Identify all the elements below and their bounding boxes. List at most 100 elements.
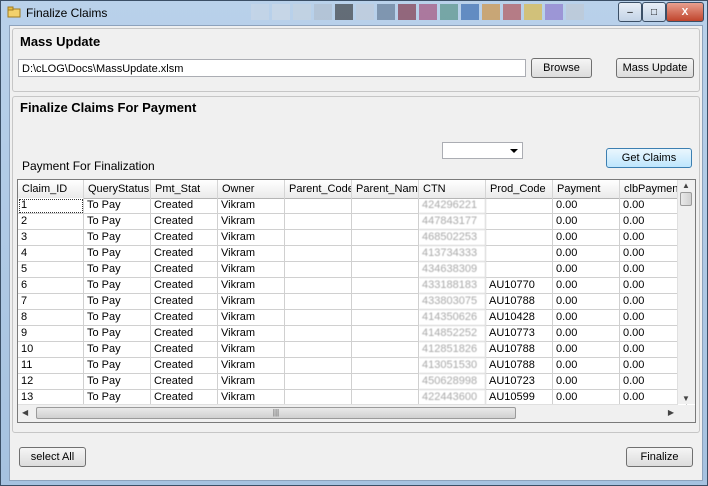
grid-cell[interactable]: AU10773: [486, 326, 553, 342]
grid-cell[interactable]: 2: [18, 214, 84, 230]
grid-cell[interactable]: 0.00: [553, 262, 620, 278]
grid-cell[interactable]: 447843177: [419, 214, 486, 230]
grid-cell[interactable]: [352, 246, 419, 262]
grid-cell[interactable]: To Pay: [84, 230, 151, 246]
grid-cell[interactable]: 424296221: [419, 198, 486, 214]
browse-button[interactable]: Browse: [531, 58, 592, 78]
grid-cell[interactable]: 8: [18, 310, 84, 326]
grid-cell[interactable]: 9: [18, 326, 84, 342]
table-row[interactable]: 4 To Pay Created Vikram 413734333 0.00 0.00: [18, 246, 687, 262]
grid-cell[interactable]: AU10770: [486, 278, 553, 294]
grid-cell[interactable]: To Pay: [84, 246, 151, 262]
grid-cell[interactable]: Created: [151, 310, 218, 326]
grid-cell[interactable]: 412851826: [419, 342, 486, 358]
grid-cell[interactable]: Vikram: [218, 214, 285, 230]
grid-cell[interactable]: [285, 198, 352, 214]
table-row[interactable]: 3 To Pay Created Vikram 468502253 0.00 0.00: [18, 230, 687, 246]
table-row[interactable]: 2 To Pay Created Vikram 447843177 0.00 0.00: [18, 214, 687, 230]
column-header[interactable]: CTN: [419, 180, 486, 198]
grid-cell[interactable]: Vikram: [218, 358, 285, 374]
grid-cell[interactable]: AU10428: [486, 310, 553, 326]
column-header[interactable]: Parent_Name: [352, 180, 419, 198]
grid-cell[interactable]: 0.00: [553, 358, 620, 374]
table-row[interactable]: 6 To Pay Created Vikram 433188183 AU10770 0.00…: [18, 278, 687, 294]
grid-cell[interactable]: Created: [151, 294, 218, 310]
grid-cell[interactable]: Created: [151, 198, 218, 214]
column-header[interactable]: Payment: [553, 180, 620, 198]
grid-cell[interactable]: 0.00: [553, 294, 620, 310]
grid-cell[interactable]: Created: [151, 374, 218, 390]
grid-cell[interactable]: Created: [151, 246, 218, 262]
grid-cell[interactable]: [285, 246, 352, 262]
grid-cell[interactable]: Created: [151, 278, 218, 294]
scroll-right-icon[interactable]: ▶: [668, 408, 674, 417]
scroll-left-icon[interactable]: ◀: [22, 408, 28, 417]
grid-cell[interactable]: [285, 310, 352, 326]
grid-cell[interactable]: Vikram: [218, 374, 285, 390]
grid-cell[interactable]: 1: [18, 198, 84, 214]
mass-update-button[interactable]: Mass Update: [616, 58, 694, 78]
grid-cell[interactable]: 10: [18, 342, 84, 358]
grid-cell[interactable]: 5: [18, 262, 84, 278]
grid-cell[interactable]: 414852252: [419, 326, 486, 342]
grid-cell[interactable]: Vikram: [218, 310, 285, 326]
scroll-up-icon[interactable]: ▲: [682, 181, 690, 190]
grid-cell[interactable]: 4: [18, 246, 84, 262]
table-row[interactable]: 8 To Pay Created Vikram 414350626 AU10428 0.00…: [18, 310, 687, 326]
grid-cell[interactable]: To Pay: [84, 310, 151, 326]
scroll-down-icon[interactable]: ▼: [682, 394, 690, 403]
grid-cell[interactable]: 413734333: [419, 246, 486, 262]
grid-cell[interactable]: [352, 278, 419, 294]
grid-cell[interactable]: [352, 310, 419, 326]
grid-cell[interactable]: 433803075: [419, 294, 486, 310]
grid-cell[interactable]: Vikram: [218, 246, 285, 262]
column-header[interactable]: Claim_ID: [18, 180, 84, 198]
column-header[interactable]: Prod_Code: [486, 180, 553, 198]
grid-cell[interactable]: Vikram: [218, 326, 285, 342]
vertical-scrollbar[interactable]: ▲ ▼: [677, 180, 695, 404]
column-header[interactable]: Pmt_Stat: [151, 180, 218, 198]
grid-cell[interactable]: Vikram: [218, 230, 285, 246]
grid-cell[interactable]: [352, 294, 419, 310]
grid-cell[interactable]: [285, 358, 352, 374]
grid-cell[interactable]: Vikram: [218, 198, 285, 214]
grid-cell[interactable]: [486, 198, 553, 214]
grid-cell[interactable]: 413051530: [419, 358, 486, 374]
grid-cell[interactable]: To Pay: [84, 358, 151, 374]
grid-cell[interactable]: 0.00: [553, 230, 620, 246]
grid-cell[interactable]: 0.00: [553, 310, 620, 326]
grid-cell[interactable]: AU10788: [486, 358, 553, 374]
column-header[interactable]: Owner: [218, 180, 285, 198]
grid-cell[interactable]: [285, 230, 352, 246]
grid-cell[interactable]: To Pay: [84, 262, 151, 278]
grid-cell[interactable]: [285, 326, 352, 342]
grid-cell[interactable]: 468502253: [419, 230, 486, 246]
grid-cell[interactable]: To Pay: [84, 374, 151, 390]
grid-cell[interactable]: [352, 374, 419, 390]
grid-cell[interactable]: Created: [151, 230, 218, 246]
grid-cell[interactable]: [352, 342, 419, 358]
title-bar[interactable]: Finalize Claims – □ X: [1, 1, 707, 25]
table-row[interactable]: 7 To Pay Created Vikram 433803075 AU10788 0.00…: [18, 294, 687, 310]
grid-cell[interactable]: 450628998: [419, 374, 486, 390]
horizontal-scrollbar[interactable]: ◀ ||| ▶: [18, 404, 678, 422]
grid-cell[interactable]: [486, 230, 553, 246]
grid-cell[interactable]: [352, 230, 419, 246]
column-header[interactable]: Parent_Code: [285, 180, 352, 198]
grid-cell[interactable]: [285, 214, 352, 230]
grid-cell[interactable]: [486, 214, 553, 230]
grid-cell[interactable]: [486, 262, 553, 278]
grid-cell[interactable]: To Pay: [84, 342, 151, 358]
grid-cell[interactable]: Created: [151, 342, 218, 358]
grid-cell[interactable]: To Pay: [84, 278, 151, 294]
grid-cell[interactable]: [352, 358, 419, 374]
grid-cell[interactable]: [285, 278, 352, 294]
grid-cell[interactable]: Created: [151, 214, 218, 230]
grid-cell[interactable]: [352, 214, 419, 230]
grid-cell[interactable]: Created: [151, 326, 218, 342]
maximize-button[interactable]: □: [642, 2, 666, 22]
grid-cell[interactable]: [352, 262, 419, 278]
close-button[interactable]: X: [666, 2, 704, 22]
grid-cell[interactable]: 6: [18, 278, 84, 294]
grid-cell[interactable]: 434638309: [419, 262, 486, 278]
